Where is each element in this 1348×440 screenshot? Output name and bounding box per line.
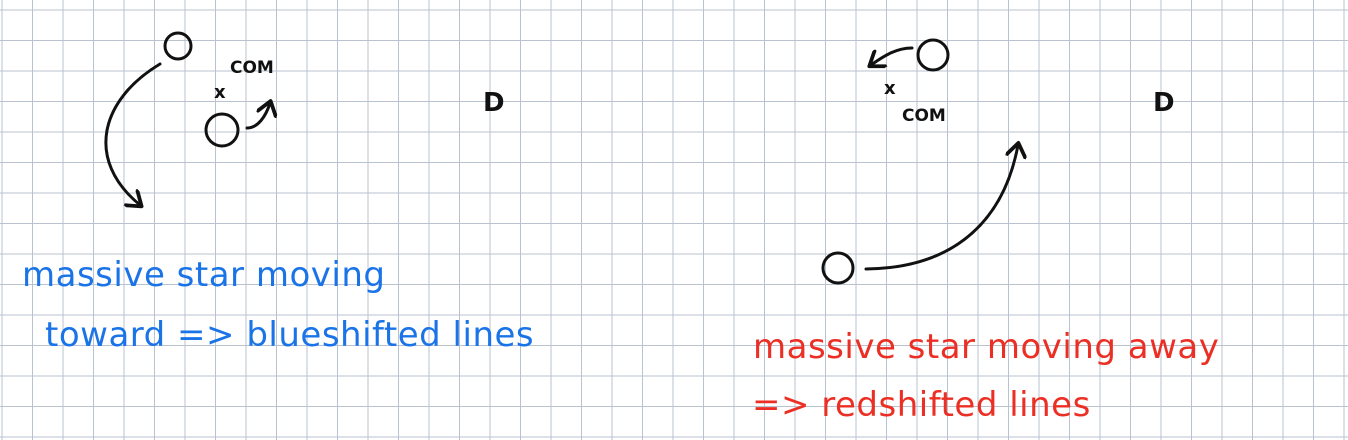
com-marker-right: x [884, 78, 896, 99]
caption-right-line2: => redshifted lines [752, 385, 1091, 425]
right-diagram [821, 38, 1018, 285]
companion-star-right [916, 38, 950, 72]
observer-eye-right: D [1153, 88, 1175, 118]
observer-eye-left: D [483, 88, 505, 118]
com-marker-left: x [214, 82, 226, 103]
com-label-left: COM [230, 58, 274, 78]
caption-left-line2: toward => blueshifted lines [45, 315, 535, 355]
massive-star-left [163, 31, 193, 61]
massive-star-orbit-arrow-left [104, 62, 162, 205]
companion-orbit-arrow-right [871, 46, 914, 65]
caption-right-line1: massive star moving away [753, 327, 1220, 367]
grid-paper [0, 0, 1348, 440]
com-label-right: COM [902, 106, 946, 126]
caption-left-line1: massive star moving [22, 255, 386, 295]
notebook-canvas [0, 0, 1348, 440]
companion-orbit-arrow-left [245, 103, 270, 130]
massive-star-right [821, 251, 855, 285]
companion-star-left [204, 112, 240, 148]
massive-star-orbit-arrow-right [864, 145, 1018, 271]
